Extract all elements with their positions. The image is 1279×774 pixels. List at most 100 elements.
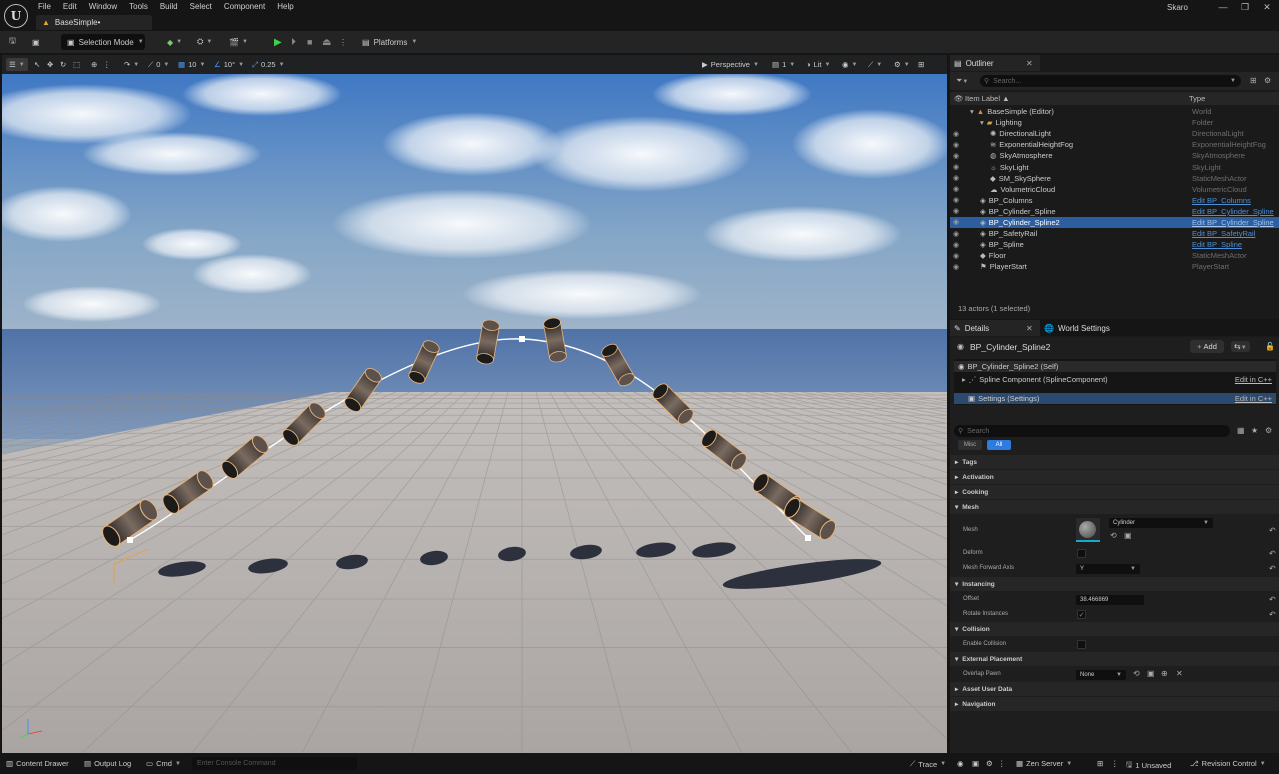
section-asset-user-data[interactable]: ▸ Asset User Data [950,682,1279,696]
eject-icon[interactable]: ⏏ [322,35,331,49]
reset-icon[interactable]: ↶ [1269,564,1276,573]
filter-all-button[interactable]: All [987,440,1011,450]
perspective-dropdown[interactable]: ▶ Perspective ▼ [702,58,759,71]
menu-tools[interactable]: Tools [123,0,154,14]
use-selected-icon[interactable]: ⟲ [1133,669,1140,678]
type-column[interactable]: Type [1189,94,1205,103]
deform-checkbox[interactable] [1077,549,1086,558]
menu-help[interactable]: Help [271,0,299,14]
level-tab[interactable]: ▲ BaseSimple• [36,15,152,30]
console-command-input[interactable]: Enter Console Command [192,757,357,770]
derived-data-icon[interactable]: ⊞ [1097,759,1103,768]
trace-button[interactable]: ⟋ Trace ▼ [910,759,946,769]
gear-icon[interactable]: ⚙ [986,759,993,768]
visibility-eye-icon[interactable]: ◉ [953,174,959,182]
section-activation[interactable]: ▸ Activation [950,470,1279,484]
outliner-row[interactable]: ◉ ☁ VolumetricCloud VolumetricCloud [950,184,1279,195]
grid-location-toggle[interactable]: ▦ 10 ▼ [178,58,205,71]
outliner-row[interactable]: ▾ ▲ BaseSimple (Editor) World [950,106,1279,117]
visibility-eye-icon[interactable]: ◉ [953,252,959,260]
menu-build[interactable]: Build [154,0,184,14]
outliner-row[interactable]: ◉ ≋ ExponentialHeightFog ExponentialHeightF… [950,139,1279,150]
section-collision[interactable]: ▾ Collision [950,622,1279,636]
spline-point[interactable] [805,535,811,541]
outliner-row[interactable]: ◉ ⚑ PlayerStart PlayerStart [950,261,1279,272]
surface-snap-icon[interactable]: ↷ ▼ [124,58,139,71]
stop-icon[interactable]: ■ [307,35,312,49]
output-log-button[interactable]: ▤ Output Log [84,759,131,768]
outliner-row[interactable]: ◉ ◈ BP_SafetyRail Edit BP_SafetyRail [950,228,1279,239]
blueprint-menu-icon[interactable]: ⛭ ▼ [197,35,212,49]
forward-axis-combo[interactable]: Y ▼ [1076,564,1140,574]
favorite-star-icon[interactable]: ★ [1251,426,1258,435]
settings-icon[interactable]: ⚙ ▼ [894,58,910,71]
minimize-icon[interactable]: — [1212,0,1234,14]
edit-in-cpp-link[interactable]: Edit in C++ [1235,394,1272,403]
content-drawer-button[interactable]: ▥ Content Drawer [6,759,69,768]
edit-blueprint-link[interactable]: Edit BP_SafetyRail [1192,229,1255,238]
play-icon[interactable]: ▶ [274,35,282,49]
menu-window[interactable]: Window [83,0,123,14]
actor-name[interactable]: BP_Cylinder_Spline2 [970,342,1050,352]
cinematics-icon[interactable]: 🎬 ▼ [229,35,248,49]
details-search-input[interactable]: ⚲ Search [954,425,1230,437]
edit-blueprint-link[interactable]: Edit BP_Columns [1192,196,1251,205]
section-cooking[interactable]: ▸ Cooking [950,485,1279,499]
select-tool-icon[interactable]: ↖ [34,58,40,71]
mesh-thumbnail[interactable] [1076,518,1100,542]
reset-icon[interactable]: ↶ [1269,526,1276,535]
outliner-row[interactable]: ◉ ◆ Floor StaticMeshActor [950,250,1279,261]
close-window-icon[interactable]: ✕ [1256,0,1278,14]
section-tags[interactable]: ▸ Tags [950,455,1279,469]
edit-blueprint-link[interactable]: Edit BP_Spline [1192,240,1242,249]
record-icon[interactable]: ◉ [957,759,964,768]
snap-translate-toggle[interactable]: ⟋ 0 ▼ [148,58,169,71]
browse-icon[interactable]: ▣ [1124,531,1132,540]
clear-icon[interactable]: ✕ [1176,669,1183,678]
outliner-settings-icon[interactable]: ⚙ [1264,76,1271,85]
menu-component[interactable]: Component [218,0,271,14]
rotate-tool-icon[interactable]: ↻ [60,58,66,71]
spline-point[interactable] [127,537,133,543]
camera-capture-icon[interactable]: ▣ [972,759,979,768]
grid-rotation-toggle[interactable]: ∠ 10° ▼ [214,58,244,71]
outliner-row[interactable]: ◉ ✺ DirectionalLight DirectionalLight [950,128,1279,139]
visibility-eye-icon[interactable]: ◉ [953,207,959,215]
viewport-options-icon[interactable]: ☰ ▼ [6,58,28,71]
collapse-icon[interactable]: ▾ [970,107,974,116]
unsaved-button[interactable]: 🖫 1 Unsaved [1126,759,1171,772]
section-external-placement[interactable]: ▾ External Placement [950,652,1279,666]
visibility-eye-icon[interactable]: ◉ [953,185,959,193]
blueprint-options-icon[interactable]: ⇆▼ [1231,341,1250,352]
step-icon[interactable]: ⏵ [291,35,296,49]
picker-icon[interactable]: ⊕ [1161,669,1168,678]
reset-icon[interactable]: ↶ [1269,549,1276,558]
menu-file[interactable]: File [32,0,57,14]
outliner-row[interactable]: ◉ ☼ SkyLight SkyLight [950,161,1279,172]
menu-edit[interactable]: Edit [57,0,83,14]
outliner-search-input[interactable]: ⚲ Search... ▼ [980,75,1241,87]
component-spline[interactable]: ▸ ⋰ Spline Component (SplineComponent) E… [954,374,1276,385]
table-view-icon[interactable]: ▦ [1237,426,1245,435]
world-space-icon[interactable]: ⊕ [91,58,97,71]
close-icon[interactable]: ✕ [1026,59,1033,68]
browse-icon[interactable]: ▣ [1147,669,1155,678]
lock-icon[interactable]: 🔓 [1265,342,1275,351]
visibility-eye-icon[interactable]: ◉ [953,263,959,271]
spline-point[interactable] [519,336,525,342]
enable-collision-checkbox[interactable] [1077,640,1086,649]
selection-mode-dropdown[interactable]: ▣ Selection Mode ▼ [61,34,145,50]
reset-icon[interactable]: ↶ [1269,595,1276,604]
visibility-eye-icon[interactable]: ◉ [953,196,959,204]
platforms-button[interactable]: ▤ Platforms ▼ [362,34,417,50]
overlap-pawn-combo[interactable]: None ▼ [1076,670,1126,680]
camera-speed-dropdown[interactable]: ▤ 1 ▼ [772,58,795,71]
rotate-instances-checkbox[interactable]: ✓ [1077,610,1086,619]
more-icon[interactable]: ⋮ [103,58,111,71]
expand-icon[interactable]: ▸ [962,375,966,384]
outliner-row[interactable]: ◉ ◆ SM_SkySphere StaticMeshActor [950,173,1279,184]
scalability-icon[interactable]: ⟋ ▼ [868,58,882,71]
outliner-row[interactable]: ◉ ◈ BP_Columns Edit BP_Columns [950,195,1279,206]
level-viewport[interactable]: ☰ ▼ ↖ ✥ ↻ ⬚ ⊕ ⋮ ↷ ▼ ⟋ 0 ▼ ▦ 10 ▼ ∠ 10° ▼ ⤢ 0.25 ▼ … [2,55,947,753]
use-selected-icon[interactable]: ⟲ [1110,531,1117,540]
